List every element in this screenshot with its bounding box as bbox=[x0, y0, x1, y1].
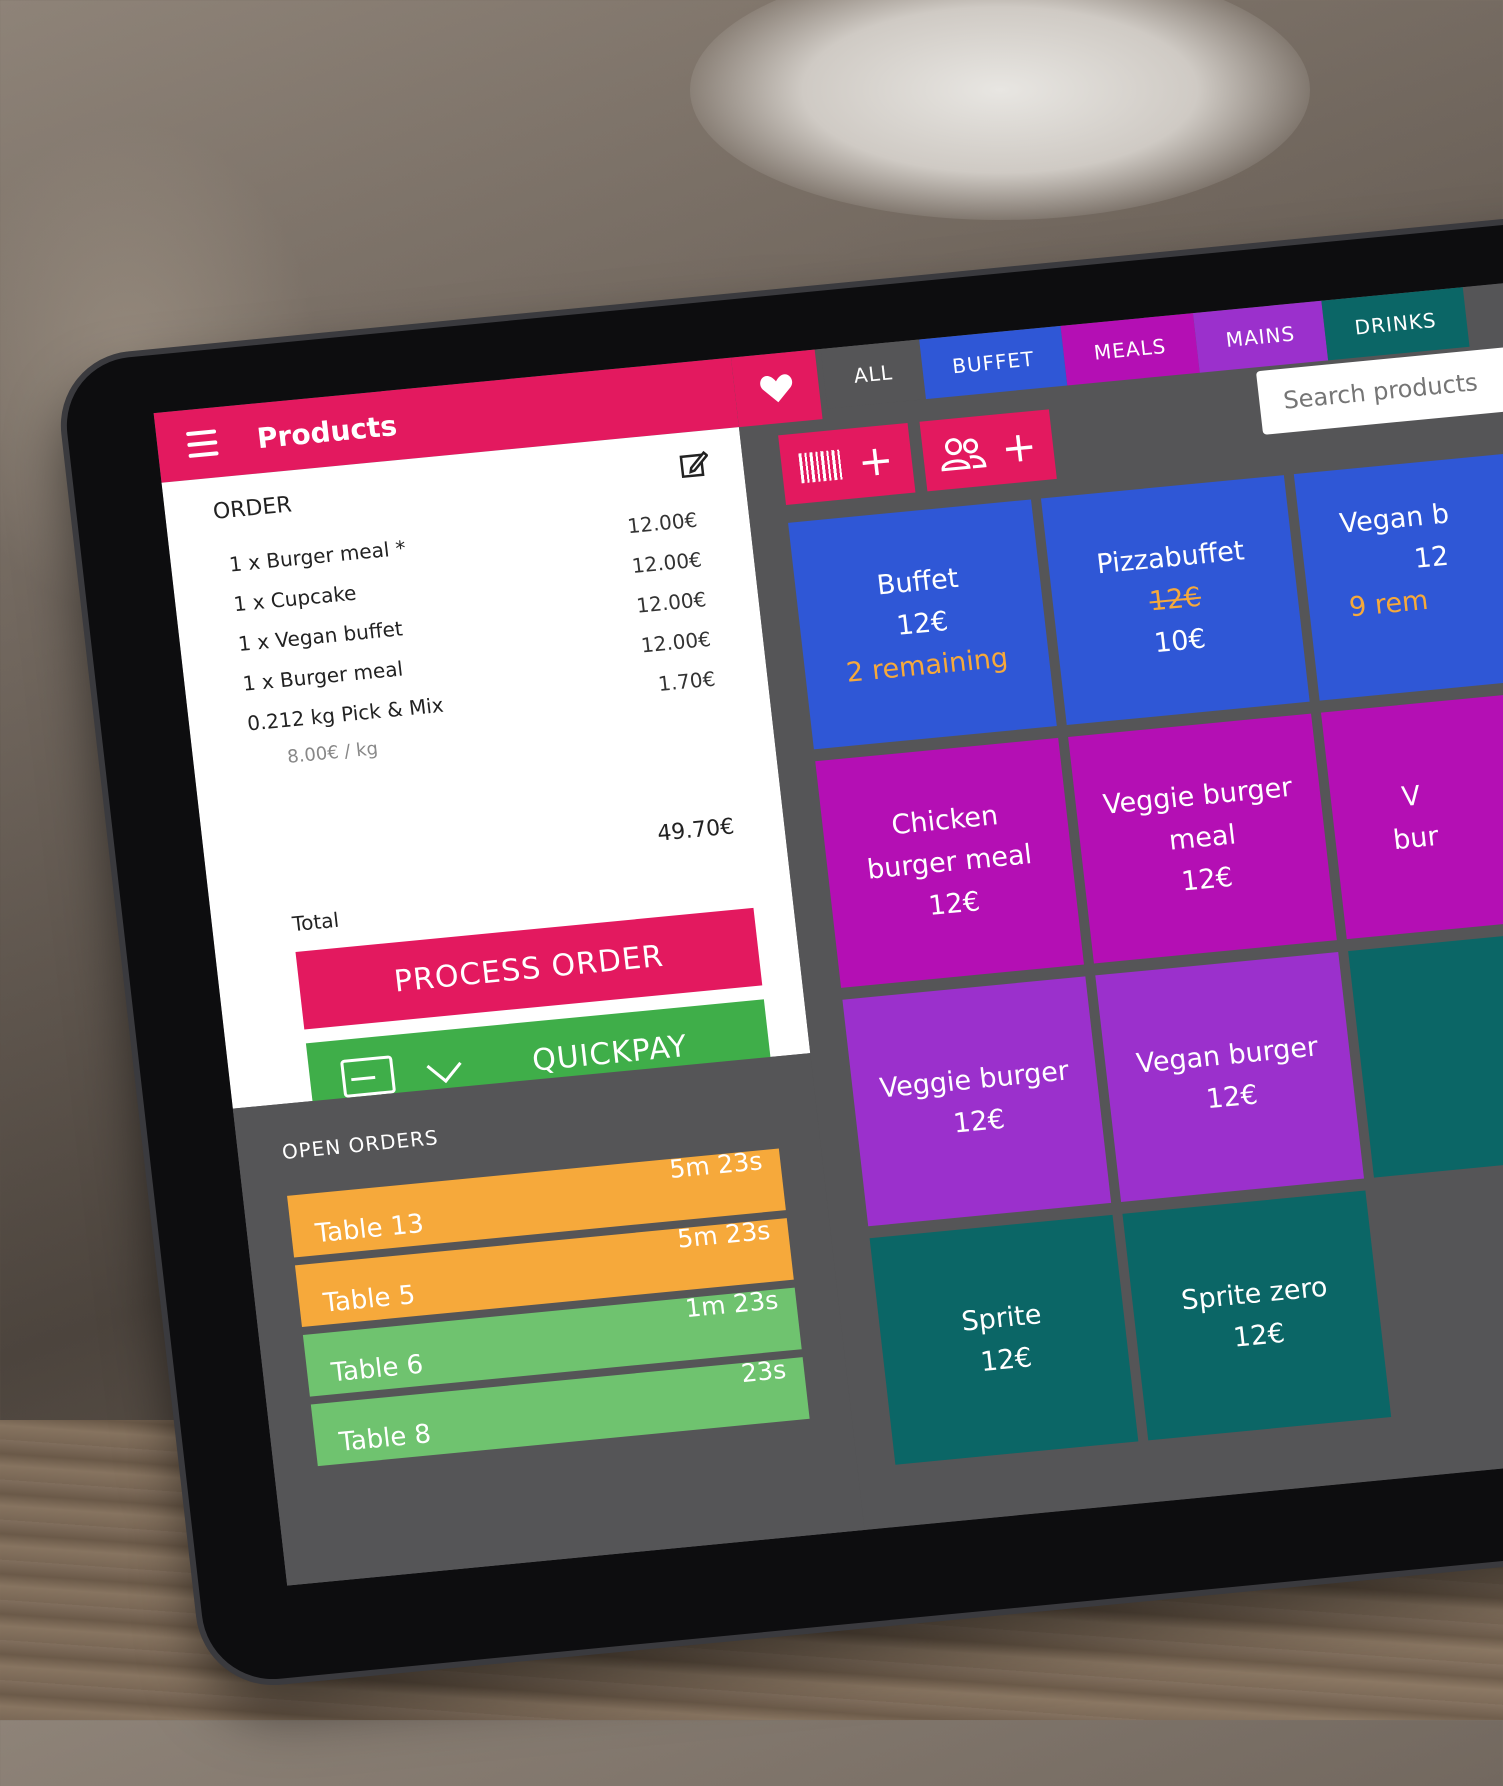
add-barcode-button[interactable]: + bbox=[778, 422, 916, 505]
edit-icon[interactable] bbox=[677, 448, 710, 481]
open-order-time: 5m 23s bbox=[675, 1215, 772, 1254]
total-label: Total bbox=[290, 907, 341, 937]
open-order-time: 23s bbox=[739, 1354, 788, 1389]
product-name: Sprite bbox=[959, 1299, 1044, 1338]
product-price: 12€ bbox=[1204, 1079, 1260, 1116]
product-tile-buffet[interactable]: Buffet 12€ 2 remaining bbox=[788, 499, 1057, 750]
plus-icon: + bbox=[855, 434, 896, 487]
product-price: 12€ bbox=[1231, 1317, 1287, 1354]
product-tile-drink-partial[interactable] bbox=[1348, 927, 1503, 1178]
product-tile-veggie-burger-meal[interactable]: Veggie burger meal 12€ bbox=[1068, 713, 1337, 964]
product-name: Pizzabuffet bbox=[1095, 535, 1247, 581]
pos-screen: Products ORDER 1 x Burger meal * 12.00€ 1… bbox=[153, 275, 1503, 1586]
plus-icon: + bbox=[998, 420, 1040, 473]
favorites-tab[interactable] bbox=[731, 349, 823, 428]
product-tile-chicken-burger-meal[interactable]: Chicken burger meal 12€ bbox=[815, 737, 1084, 988]
product-price: 12€ bbox=[978, 1342, 1034, 1379]
open-order-time: 5m 23s bbox=[667, 1146, 764, 1185]
product-stock: 9 rem bbox=[1347, 584, 1430, 624]
tab-buffet[interactable]: BUFFET bbox=[919, 325, 1068, 400]
users-icon bbox=[941, 438, 987, 472]
product-tile-sprite-zero[interactable]: Sprite zero 12€ bbox=[1122, 1190, 1392, 1441]
open-orders-title: OPEN ORDERS bbox=[280, 1125, 440, 1165]
product-name: Buffet bbox=[875, 563, 960, 602]
order-lines: 1 x Burger meal * 12.00€ 1 x Cupcake 12.00… bbox=[227, 500, 721, 778]
heart-icon bbox=[760, 374, 793, 403]
product-tile-vegan-burger[interactable]: Vegan burger 12€ bbox=[1095, 952, 1365, 1202]
credit-card-icon[interactable] bbox=[340, 1055, 397, 1098]
add-customer-button[interactable]: + bbox=[919, 409, 1057, 492]
tablet: Products ORDER 1 x Burger meal * 12.00€ 1… bbox=[0, 0, 1503, 1786]
product-price: 12€ bbox=[951, 1103, 1007, 1140]
product-price: 10€ bbox=[1152, 623, 1208, 660]
product-tile-veggie-burger[interactable]: Veggie burger 12€ bbox=[842, 976, 1112, 1227]
tab-all[interactable]: ALL bbox=[820, 339, 926, 409]
product-price: 12 bbox=[1412, 540, 1451, 575]
product-old-price: 12€ bbox=[1147, 581, 1203, 618]
open-order-time: 1m 23s bbox=[683, 1285, 780, 1324]
product-price: 12€ bbox=[1179, 861, 1235, 898]
product-tile-pizzabuffet[interactable]: Pizzabuffet 12€ 10€ bbox=[1040, 475, 1310, 726]
order-summary: ORDER 1 x Burger meal * 12.00€ 1 x Cupcak… bbox=[161, 427, 811, 1121]
order-label: ORDER bbox=[211, 492, 293, 525]
total-amount: 49.70€ bbox=[656, 814, 736, 847]
chevron-down-icon[interactable] bbox=[426, 1047, 462, 1083]
product-price: 12€ bbox=[894, 606, 950, 642]
barcode-icon bbox=[798, 449, 844, 484]
tab-meals[interactable]: MEALS bbox=[1060, 313, 1200, 386]
product-name: V bur bbox=[1391, 780, 1441, 857]
product-stock: 2 remaining bbox=[844, 642, 1010, 689]
tab-drinks[interactable]: DRINKS bbox=[1321, 287, 1470, 361]
product-tile-vegan-buffet[interactable]: Vegan b 12 9 rem bbox=[1293, 450, 1503, 701]
products-panel: ALL BUFFET MEALS MAINS DRINKS + + Search… bbox=[731, 275, 1503, 1530]
product-price: 12€ bbox=[926, 886, 982, 922]
hamburger-menu-icon[interactable] bbox=[185, 429, 219, 458]
product-name: Sprite zero bbox=[1179, 1271, 1330, 1317]
product-tile-partial[interactable]: V bur bbox=[1320, 689, 1503, 940]
open-order-table: Table 5 bbox=[321, 1280, 417, 1319]
open-order-table: Table 13 bbox=[313, 1208, 426, 1250]
open-order-table: Table 8 bbox=[337, 1419, 433, 1458]
tab-mains[interactable]: MAINS bbox=[1192, 300, 1329, 373]
product-tile-sprite[interactable]: Sprite 12€ bbox=[869, 1214, 1139, 1465]
open-order-table: Table 6 bbox=[329, 1349, 425, 1389]
open-orders: OPEN ORDERS 5m 23s Table 13 5m 23s Table… bbox=[232, 1053, 865, 1586]
page-title: Products bbox=[255, 408, 399, 455]
product-name: Chicken burger meal bbox=[865, 800, 1034, 886]
product-name: Veggie burger meal bbox=[1101, 772, 1294, 857]
